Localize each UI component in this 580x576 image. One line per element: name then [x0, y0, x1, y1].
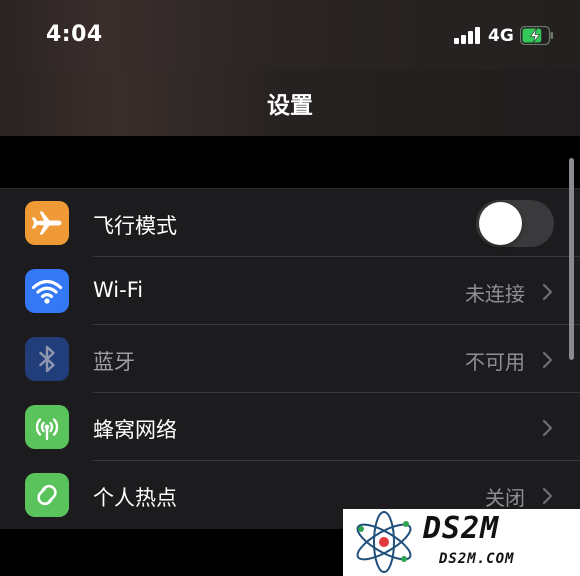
wifi-status-value: 未连接: [465, 282, 525, 306]
personal-hotspot-icon: [25, 473, 69, 517]
watermark-title: DS2M: [423, 511, 500, 546]
page-title: 设置: [267, 93, 313, 119]
watermark-subtitle: DS2M.COM: [439, 551, 515, 567]
cellular-row[interactable]: 蜂窝网络: [0, 393, 580, 461]
airplane-icon: [25, 201, 69, 245]
chevron-right-icon: [542, 351, 553, 369]
cellular-signal-icon: [454, 27, 482, 44]
airplane-mode-toggle[interactable]: [476, 200, 554, 247]
status-time: 4:04: [46, 22, 103, 47]
watermark: DS2M DS2M.COM: [343, 509, 580, 576]
hotspot-status-value: 关闭: [485, 486, 525, 510]
atom-logo-icon: [356, 511, 412, 573]
bluetooth-icon: [25, 337, 69, 381]
row-label: 蓝牙: [93, 350, 135, 374]
bluetooth-status-value: 不可用: [465, 350, 525, 374]
wifi-row[interactable]: Wi-Fi 未连接: [0, 257, 580, 325]
airplane-mode-row[interactable]: 飞行模式: [0, 189, 580, 257]
bluetooth-row[interactable]: 蓝牙 不可用: [0, 325, 580, 393]
settings-group: 飞行模式 Wi-Fi 未连接 蓝牙 不可用 蜂窝网络 个人热点 关闭: [0, 188, 580, 529]
scrollbar[interactable]: [569, 158, 574, 360]
row-label: Wi-Fi: [93, 278, 144, 302]
row-label: 蜂窝网络: [93, 418, 177, 442]
toggle-knob: [479, 202, 522, 245]
wifi-icon: [25, 269, 69, 313]
chevron-right-icon: [542, 419, 553, 437]
row-label: 个人热点: [93, 486, 177, 510]
battery-charging-icon: [519, 25, 554, 46]
chevron-right-icon: [542, 487, 553, 505]
row-label: 飞行模式: [93, 214, 177, 238]
cellular-antenna-icon: [25, 405, 69, 449]
status-bar: 4:04 4G: [0, 0, 580, 70]
chevron-right-icon: [542, 283, 553, 301]
network-type: 4G: [488, 26, 514, 46]
